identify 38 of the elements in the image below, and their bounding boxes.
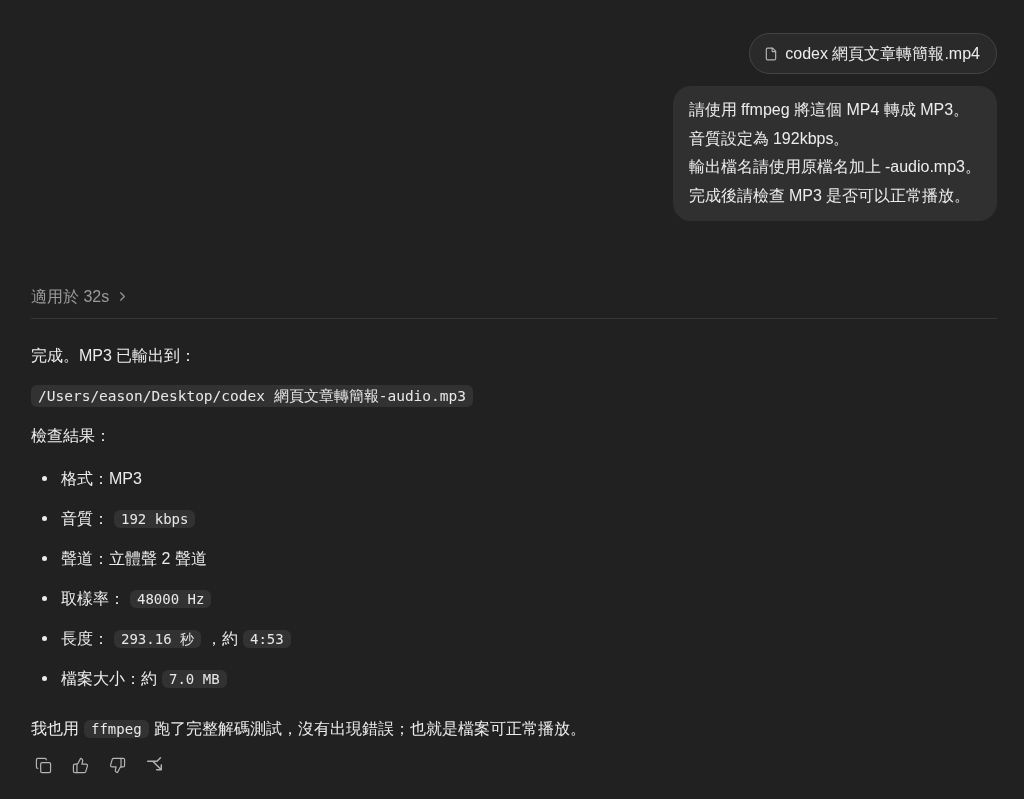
list-item-text: 格式：MP3 xyxy=(61,469,142,487)
dislike-button[interactable] xyxy=(108,755,127,775)
copy-button[interactable] xyxy=(34,755,53,775)
copy-icon xyxy=(35,756,52,774)
attachment-filename: codex 網頁文章轉簡報.mp4 xyxy=(785,43,980,64)
inline-code: 192 kbps xyxy=(114,509,196,528)
message-line: 音質設定為 192kbps。 xyxy=(688,128,851,149)
thinking-status-button[interactable]: 適用於 32s xyxy=(31,284,131,309)
message-line: 請使用 ffmpeg 將這個 MP4 轉成 MP3。 xyxy=(688,100,971,120)
inline-code: 7.0 MB xyxy=(162,669,227,688)
list-item-text: 檔案大小：約 xyxy=(61,669,157,687)
attachment-chip[interactable]: codex 網頁文章轉簡報.mp4 xyxy=(749,33,997,74)
thumbs-down-icon xyxy=(109,756,126,774)
paragraph-text: 完成。MP3 已輸出到： xyxy=(31,346,197,364)
bullet-icon xyxy=(42,596,47,602)
bullet-icon xyxy=(42,676,47,682)
inline-code: 48000 Hz xyxy=(130,589,212,608)
file-icon xyxy=(764,46,779,61)
bullet-icon xyxy=(42,556,47,562)
bullet-icon xyxy=(42,636,47,642)
list-item-text: 音質： xyxy=(61,509,109,527)
list-item-text: 聲道：立體聲 2 聲道 xyxy=(61,549,207,567)
inline-code: ffmpeg xyxy=(84,719,149,738)
thumbs-up-icon xyxy=(72,756,89,774)
bullet-icon xyxy=(42,476,47,482)
inline-code: 4:53 xyxy=(243,629,291,648)
list-item-text: 長度： xyxy=(61,629,109,647)
message-line: 完成後請檢查 MP3 是否可以正常播放。 xyxy=(688,186,972,207)
list-item-text: ，約 xyxy=(206,629,238,647)
list-item-text: 取樣率： xyxy=(61,589,125,607)
paragraph-text: 檢查結果： xyxy=(31,426,111,444)
code-path: /Users/eason/Desktop/codex 網頁文章轉簡報-audio.mp3 xyxy=(31,384,473,407)
paragraph-text: 我也用 xyxy=(31,719,79,737)
like-button[interactable] xyxy=(71,755,90,775)
bullet-icon xyxy=(42,516,47,522)
paragraph-text: 跑了完整解碼測試，沒有出現錯誤；也就是檔案可正常播放。 xyxy=(153,719,586,737)
message-line: 輸出檔名請使用原檔名加上 -audio.mp3。 xyxy=(688,157,981,178)
inline-code: 293.16 秒 xyxy=(114,629,201,648)
